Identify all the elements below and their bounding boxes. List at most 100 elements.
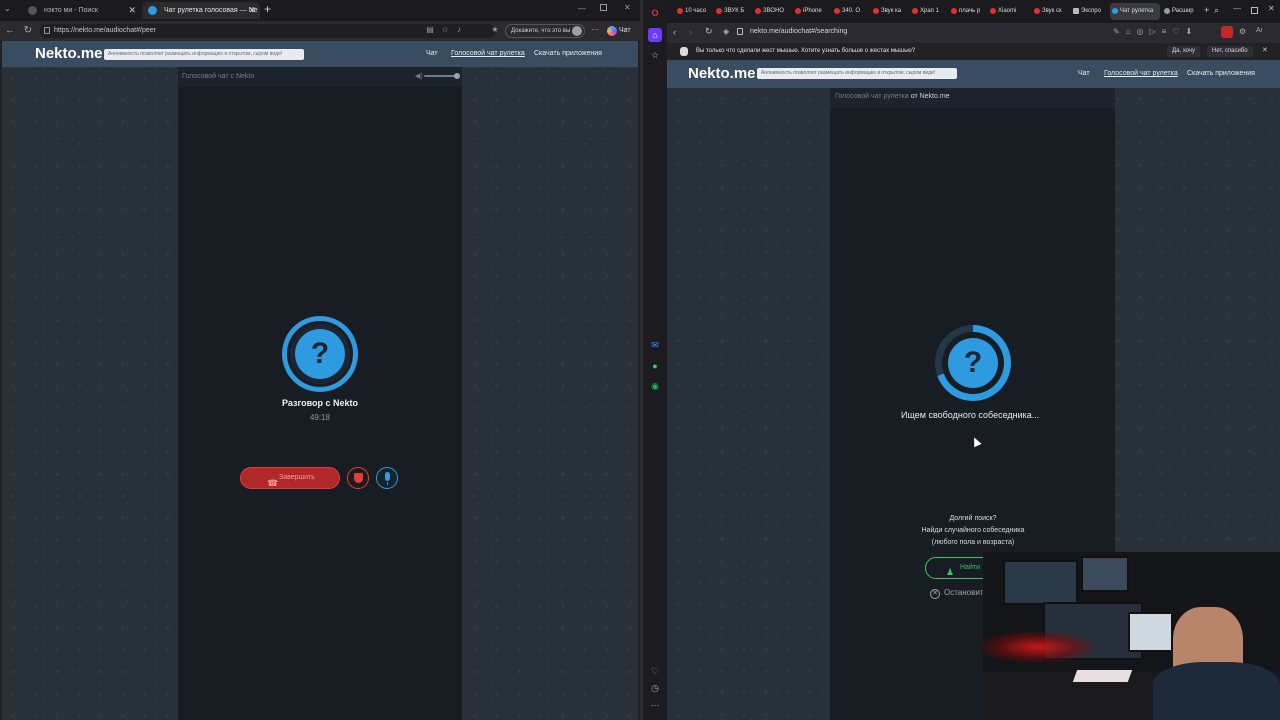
pinned-icon[interactable]: ☆ (648, 48, 662, 62)
webcam-overlay (983, 552, 1280, 720)
close-window-icon[interactable]: ✕ (1268, 4, 1275, 13)
close-circle-icon: ✕ (930, 589, 940, 599)
forward-icon[interactable]: › (689, 27, 692, 37)
left-browser-window: ⌄ нэкто ми - Поиск ✕ Чат рулетка голосов… (0, 0, 640, 720)
youtube-icon (912, 8, 918, 14)
tab[interactable]: Храп 1 (910, 3, 948, 20)
right-tab-bar: 10 часо ЗВУК Б ЗВОНО iPhone 340. О Звук … (667, 0, 1280, 23)
tab[interactable]: ЗВУК Б (714, 3, 752, 20)
volume-slider[interactable] (424, 73, 460, 79)
extensions-icon[interactable]: ⚙ (1239, 27, 1246, 36)
opera-sidebar: O ⌂ ☆ ✉ ● ◉ ♡ ◷ ⋯ (643, 0, 667, 720)
minimize-icon[interactable]: — (1233, 4, 1241, 13)
tab[interactable]: Xiaomi (988, 3, 1026, 20)
new-tab-button[interactable]: + (1204, 5, 1209, 15)
volume-knob[interactable] (454, 73, 460, 79)
maximize-icon[interactable] (600, 4, 607, 11)
nekto-favicon-icon (148, 6, 157, 15)
tab-nekto-active[interactable]: Чат рулетка голосовая — Ne ✕ (142, 2, 260, 19)
favorite-star-icon[interactable]: ☆ (440, 25, 450, 35)
close-tab-icon[interactable]: ✕ (248, 2, 256, 19)
nekto-favicon-icon (1112, 8, 1118, 14)
audio-chat-panel (178, 67, 462, 720)
tab[interactable]: Расшир (1162, 3, 1200, 20)
tab[interactable]: 340. О (832, 3, 870, 20)
call-timer: 49:18 (309, 413, 331, 422)
ai-icon[interactable]: Aı (1256, 27, 1263, 34)
address-bar[interactable]: nekto.me/audiochat#/searching (750, 28, 847, 35)
long-search-hint-2: (любого пола и возраста) (931, 539, 1015, 546)
webcam-person-body (1153, 662, 1280, 720)
youtube-icon (677, 8, 683, 14)
tab[interactable]: Звук ка (871, 3, 909, 20)
volume-icon: ◀) (415, 73, 423, 80)
question-icon: ? (948, 338, 998, 388)
long-search-hint-1: Найди случайного собеседника (921, 527, 1025, 534)
history-icon[interactable]: ◷ (648, 681, 662, 695)
favorites-icon[interactable]: ★ (490, 25, 500, 35)
nav-download-apps[interactable]: Скачать приложения (534, 50, 602, 57)
tab-actions-icon[interactable]: ⌄ (4, 4, 16, 16)
nav-chat[interactable]: Чат (426, 50, 438, 57)
tab[interactable]: Звук ск (1032, 3, 1070, 20)
youtube-icon (1034, 8, 1040, 14)
webcam-monitor-side (1128, 612, 1173, 652)
messenger-icon[interactable]: ✉ (648, 338, 662, 352)
copilot-icon (607, 26, 617, 36)
gesture-no-button[interactable]: Нет, спасибо (1207, 46, 1253, 57)
microphone-icon (385, 472, 390, 481)
refresh-icon[interactable]: ↻ (21, 22, 35, 39)
new-tab-button[interactable]: + (264, 2, 271, 16)
phone-hangup-icon: ☎ (267, 478, 279, 488)
tab[interactable]: iPhone (793, 3, 831, 20)
more-sidebar-icon[interactable]: ⋯ (648, 698, 662, 712)
webcam-keyboard (1072, 670, 1133, 682)
nav-voice-roulette[interactable]: Голосовой чат рулетка (451, 50, 525, 57)
stop-search-button[interactable]: ✕ Остановить (930, 588, 988, 599)
end-call-button[interactable]: ☎ Завершить (240, 467, 340, 489)
grid-icon (1073, 8, 1079, 14)
nav-chat[interactable]: Чат (1078, 70, 1090, 77)
gesture-yes-button[interactable]: Да, хочу (1167, 46, 1200, 57)
record-icon[interactable] (1221, 26, 1233, 38)
close-window-icon[interactable]: ✕ (624, 3, 631, 12)
spotify-icon[interactable]: ◉ (648, 379, 662, 393)
toolbar-icons[interactable]: ✎⌂◎▷≡♡⬇ (1113, 27, 1198, 36)
copilot-button[interactable]: Чат (607, 24, 640, 38)
question-icon: ? (295, 329, 345, 379)
youtube-icon (951, 8, 957, 14)
search-tabs-icon[interactable]: ⌕ (1214, 5, 1219, 16)
more-icon[interactable]: ⋯ (590, 25, 600, 35)
youtube-icon (795, 8, 801, 14)
shield-icon[interactable]: ◈ (723, 27, 729, 36)
mute-mic-button[interactable] (376, 467, 398, 489)
close-tab-icon[interactable]: ✕ (128, 2, 136, 19)
maximize-icon[interactable] (1251, 7, 1258, 14)
nav-download-apps[interactable]: Скачать приложения (1187, 70, 1255, 77)
whatsapp-icon[interactable]: ● (648, 359, 662, 373)
call-title: Разговор с Nekto (281, 398, 359, 408)
tab[interactable]: плачь р (949, 3, 987, 20)
tab[interactable]: ЗВОНО (753, 3, 791, 20)
opera-logo-icon[interactable]: O (648, 6, 662, 20)
webcam-monitor-right (1081, 556, 1129, 592)
minimize-icon[interactable]: — (578, 4, 586, 13)
mic-icon[interactable]: ♪ (454, 25, 464, 35)
tab[interactable]: 10 часо (675, 3, 713, 20)
youtube-icon (834, 8, 840, 14)
favorites-heart-icon[interactable]: ♡ (648, 664, 662, 678)
report-button[interactable] (347, 467, 369, 489)
site-logo[interactable]: Nekto.me (35, 45, 103, 62)
reader-icon[interactable]: ▤ (425, 25, 435, 35)
nav-voice-roulette[interactable]: Голосовой чат рулетка (1104, 70, 1178, 77)
site-logo[interactable]: Nekto.me (688, 65, 756, 82)
tab-search[interactable]: нэкто ми - Поиск ✕ (22, 2, 140, 19)
tab[interactable]: Экспро (1071, 3, 1109, 20)
tab-nekto-active[interactable]: Чат рулетка (1110, 3, 1160, 20)
close-info-icon[interactable]: ✕ (1262, 46, 1268, 54)
profile-button[interactable]: Докажите, что это вы (505, 24, 585, 38)
home-icon[interactable]: ⌂ (648, 28, 662, 42)
back-icon[interactable]: ← (3, 22, 17, 39)
back-icon[interactable]: ‹ (673, 27, 676, 37)
refresh-icon[interactable]: ↻ (705, 26, 713, 37)
